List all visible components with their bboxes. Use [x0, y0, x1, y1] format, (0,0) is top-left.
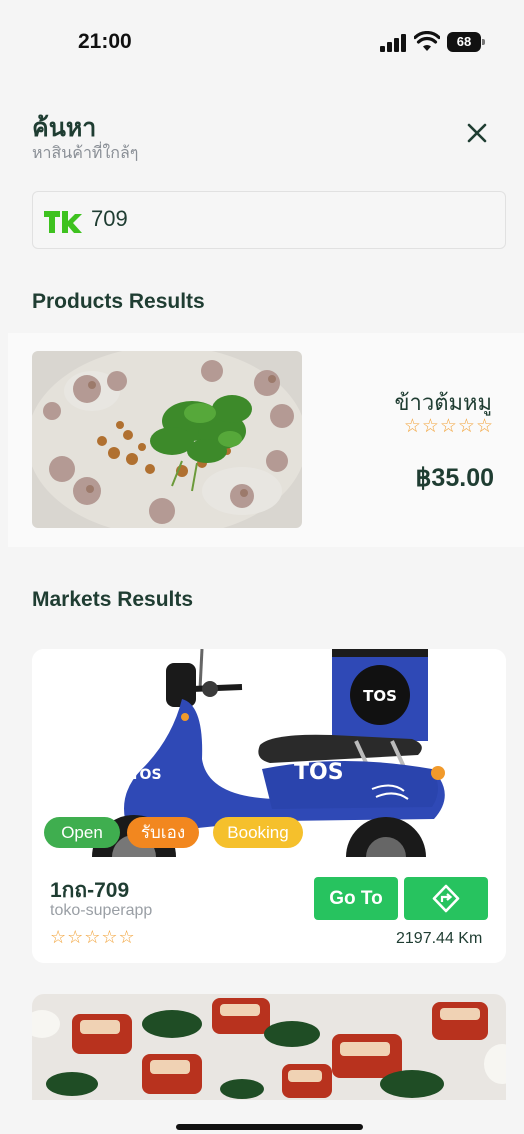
search-input[interactable]: 709: [32, 191, 506, 249]
market-distance: 2197.44 Km: [396, 930, 483, 947]
market-image: TOS TOS TOS Open รับเอง Booking: [32, 649, 506, 857]
product-rating-stars: ☆☆☆☆☆: [403, 415, 494, 437]
market-rating-stars: ☆☆☆☆☆: [50, 927, 136, 948]
svg-text:TOS: TOS: [130, 767, 162, 783]
status-time: 21:00: [78, 30, 132, 53]
home-indicator[interactable]: [176, 1124, 363, 1130]
wifi-icon: [414, 31, 440, 51]
market-card-partial[interactable]: [32, 994, 506, 1104]
product-price: ฿35.00: [415, 464, 494, 492]
go-to-button[interactable]: Go To: [314, 877, 398, 920]
svg-text:TOS: TOS: [363, 687, 397, 705]
svg-text:TOS: TOS: [294, 760, 344, 785]
market-card[interactable]: TOS TOS TOS Open รับเอง Booking 1กถ-709 …: [32, 649, 506, 963]
direction-icon: [432, 884, 460, 913]
status-badge-pickup: รับเอง: [127, 817, 199, 848]
markets-section-title: Markets Results: [32, 588, 194, 611]
battery-level: 68: [447, 32, 481, 52]
product-image: [32, 351, 302, 528]
tk-logo-icon: [44, 211, 82, 233]
battery-icon: 68: [447, 32, 485, 52]
status-badge-open: Open: [44, 817, 120, 848]
signal-icon: [380, 34, 408, 52]
market-image: [32, 994, 506, 1104]
status-bar: 21:00 68: [0, 0, 524, 80]
search-value[interactable]: 709: [91, 206, 128, 232]
products-section-title: Products Results: [32, 290, 205, 313]
market-subtitle: toko-superapp: [50, 902, 153, 919]
navigate-button[interactable]: [404, 877, 488, 920]
product-item[interactable]: ข้าวต้มหมู ☆☆☆☆☆ ฿35.00: [8, 333, 524, 547]
page-subtitle: หาสินค้าที่ใกล้ๆ: [32, 143, 139, 162]
status-badge-booking: Booking: [213, 817, 303, 848]
close-icon[interactable]: [462, 118, 492, 148]
